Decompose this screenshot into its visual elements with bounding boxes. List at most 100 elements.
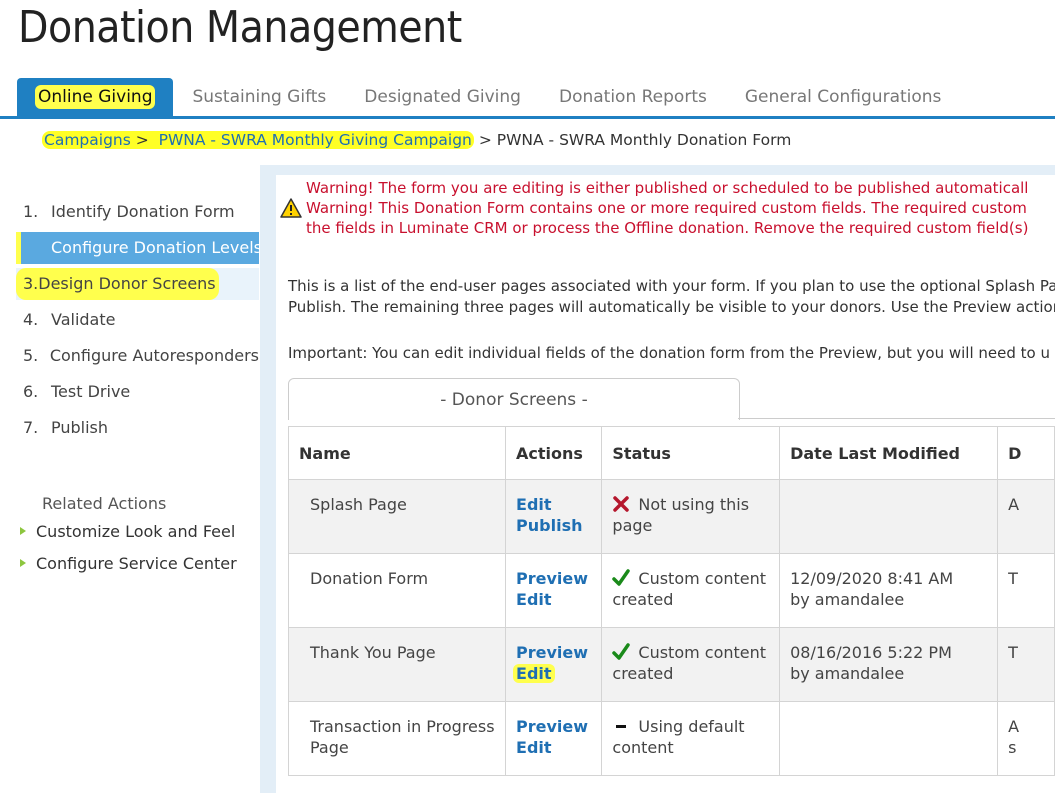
edit-link[interactable]: Edit bbox=[516, 589, 591, 610]
step-number: 7. bbox=[23, 418, 39, 437]
warning-line: the fields in Luminate CRM or process th… bbox=[306, 219, 1029, 237]
step-label: Design Donor Screens bbox=[38, 274, 216, 293]
warning-box: Warning! The form you are editing is eit… bbox=[280, 178, 1055, 238]
preview-link[interactable]: Preview bbox=[516, 716, 591, 737]
step-test-drive[interactable]: 6. Test Drive bbox=[16, 376, 259, 408]
description-text: A bbox=[1008, 717, 1020, 736]
row-description: As bbox=[997, 701, 1055, 776]
row-status: Using default content bbox=[601, 701, 781, 776]
status-text: created bbox=[612, 590, 674, 609]
row-actions: Preview Edit bbox=[505, 701, 603, 776]
row-name-text: Transaction in Progress bbox=[310, 717, 495, 736]
row-actions: Edit Publish bbox=[505, 479, 603, 554]
status-text: page bbox=[612, 516, 653, 535]
step-validate[interactable]: 4. Validate bbox=[16, 304, 259, 336]
step-identify-donation-form[interactable]: 1. Identify Donation Form bbox=[16, 196, 259, 228]
step-number: 4. bbox=[23, 310, 39, 329]
edit-highlight: Edit bbox=[513, 664, 555, 683]
status-text: Using default bbox=[638, 717, 745, 736]
step-number: 3. bbox=[23, 274, 39, 293]
breadcrumb-current: PWNA - SWRA Monthly Donation Form bbox=[496, 131, 792, 149]
related-configure-service-center[interactable]: Configure Service Center bbox=[20, 554, 237, 573]
tab-designated-giving[interactable]: Designated Giving bbox=[345, 78, 540, 116]
check-icon bbox=[612, 643, 631, 660]
intro-paragraph: This is a list of the end-user pages ass… bbox=[288, 276, 1055, 318]
row-description: T bbox=[997, 553, 1055, 628]
warning-line: Warning! This Donation Form contains one… bbox=[306, 199, 1027, 217]
content-top-border bbox=[260, 165, 1055, 175]
step-label: Configure Donation Levels bbox=[51, 238, 262, 257]
triangle-bullet-icon bbox=[20, 527, 26, 535]
status-text: content bbox=[612, 738, 674, 757]
step-number: 5. bbox=[23, 346, 39, 365]
step-label: Validate bbox=[51, 310, 116, 329]
status-text: created bbox=[612, 664, 674, 683]
tab-general-configurations[interactable]: General Configurations bbox=[726, 78, 961, 116]
date-modified: 08/16/2016 5:22 PM bbox=[790, 643, 952, 662]
dash-icon bbox=[616, 725, 627, 728]
step-label: Configure Autoresponders bbox=[49, 346, 259, 365]
col-header-date[interactable]: Date Last Modified bbox=[779, 426, 999, 480]
row-date bbox=[779, 479, 999, 554]
intro-line: Publish. The remaining three pages will … bbox=[288, 298, 1055, 316]
row-date: 08/16/2016 5:22 PM by amandalee bbox=[779, 627, 999, 702]
date-modified: 12/09/2020 8:41 AM bbox=[790, 569, 954, 588]
related-actions-heading: Related Actions bbox=[42, 494, 167, 513]
row-name: Transaction in Progress Page bbox=[287, 701, 507, 776]
triangle-bullet-icon bbox=[20, 559, 26, 567]
table-row: Transaction in Progress Page Preview Edit… bbox=[287, 701, 1055, 776]
step-configure-donation-levels[interactable]: 2. Configure Donation Levels bbox=[16, 232, 262, 264]
modified-by: by amandalee bbox=[790, 590, 905, 609]
edit-link[interactable]: Edit bbox=[516, 494, 591, 515]
step-publish[interactable]: 7. Publish bbox=[16, 412, 259, 444]
related-label: Configure Service Center bbox=[36, 554, 237, 573]
description-text: s bbox=[1008, 738, 1017, 757]
step-label: Publish bbox=[51, 418, 109, 437]
tab-label: Online Giving bbox=[35, 85, 156, 109]
intro-line: This is a list of the end-user pages ass… bbox=[288, 277, 1055, 295]
warning-line: Warning! The form you are editing is eit… bbox=[306, 179, 1029, 197]
page-title: Donation Management bbox=[18, 2, 462, 53]
edit-link[interactable]: Edit bbox=[516, 737, 591, 758]
check-icon bbox=[612, 569, 631, 586]
breadcrumb-campaign[interactable]: PWNA - SWRA Monthly Giving Campaign bbox=[159, 131, 472, 149]
related-label: Customize Look and Feel bbox=[36, 522, 236, 541]
related-customize-look-and-feel[interactable]: Customize Look and Feel bbox=[20, 522, 235, 541]
tab-sustaining-gifts[interactable]: Sustaining Gifts bbox=[173, 78, 345, 116]
tab-donor-screens[interactable]: - Donor Screens - bbox=[288, 378, 740, 420]
row-date: 12/09/2020 8:41 AM by amandalee bbox=[779, 553, 999, 628]
tabbar-divider bbox=[0, 116, 1055, 119]
main-tabs: Online Giving Sustaining Gifts Designate… bbox=[17, 78, 960, 116]
tab-online-giving[interactable]: Online Giving bbox=[17, 78, 174, 116]
col-header-name[interactable]: Name bbox=[287, 426, 507, 480]
col-header-status[interactable]: Status bbox=[601, 426, 781, 480]
table-row: Splash Page Edit Publish Not using this p… bbox=[287, 479, 1055, 554]
breadcrumb-highlight: Campaigns > PWNA - SWRA Monthly Giving C… bbox=[42, 131, 474, 149]
donor-screens-table: Name Actions Status Date Last Modified D… bbox=[287, 426, 1055, 776]
col-header-description: D bbox=[997, 426, 1055, 480]
step-configure-autoresponders[interactable]: 5. Configure Autoresponders bbox=[16, 340, 259, 372]
breadcrumb: Campaigns > PWNA - SWRA Monthly Giving C… bbox=[42, 131, 791, 149]
step-label: Identify Donation Form bbox=[51, 202, 235, 221]
row-description: T bbox=[997, 627, 1055, 702]
row-name: Splash Page bbox=[287, 479, 507, 554]
step-highlight: 3.Design Donor Screens bbox=[16, 268, 219, 300]
content-left-border bbox=[260, 165, 276, 793]
edit-link[interactable]: Edit bbox=[513, 663, 591, 684]
breadcrumb-campaigns[interactable]: Campaigns bbox=[44, 131, 131, 149]
status-text: Custom content bbox=[638, 643, 767, 662]
preview-link[interactable]: Preview bbox=[516, 642, 591, 663]
preview-link[interactable]: Preview bbox=[516, 568, 591, 589]
row-name: Donation Form bbox=[287, 553, 507, 628]
tab-underline bbox=[738, 418, 1055, 419]
step-design-donor-screens[interactable]: 3.Design Donor Screens bbox=[16, 268, 259, 300]
tab-donation-reports[interactable]: Donation Reports bbox=[540, 78, 726, 116]
status-text: Not using this bbox=[638, 495, 750, 514]
publish-link[interactable]: Publish bbox=[516, 515, 591, 536]
step-nav: 1. Identify Donation Form 2. Configure Don… bbox=[16, 196, 262, 448]
important-note: Important: You can edit individual field… bbox=[288, 344, 1050, 362]
warning-triangle-icon bbox=[280, 198, 302, 218]
x-icon bbox=[613, 496, 630, 512]
col-header-actions: Actions bbox=[505, 426, 603, 480]
row-status: Custom content created bbox=[601, 553, 781, 628]
